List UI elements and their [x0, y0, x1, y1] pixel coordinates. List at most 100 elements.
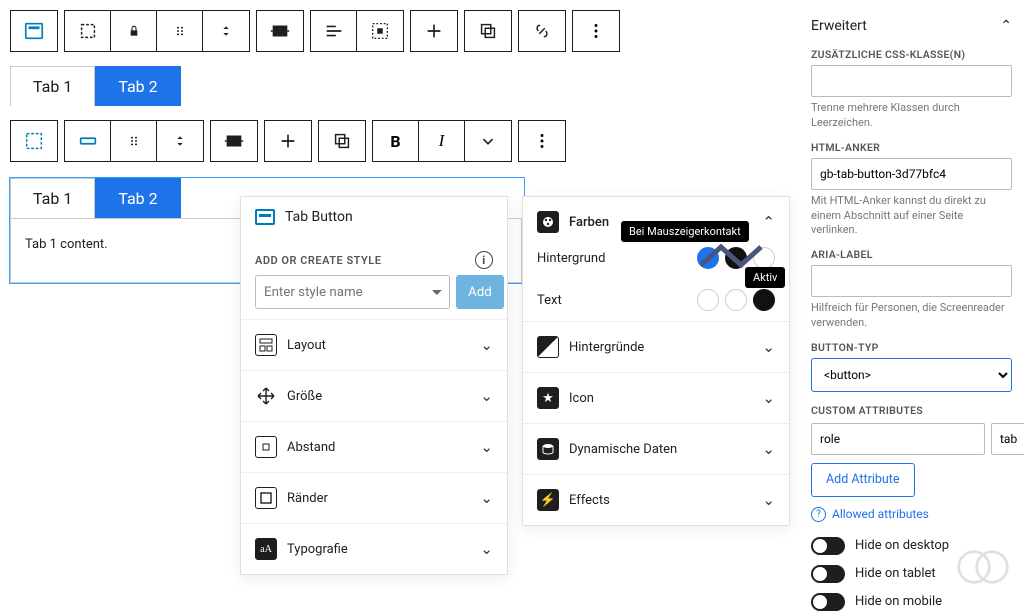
acc-label: Hintergründe [569, 340, 644, 355]
acc-spacing[interactable]: Abstand ⌄ [241, 421, 507, 472]
duplicate-icon[interactable] [465, 11, 511, 51]
toggle-label: Hide on desktop [855, 538, 949, 553]
add-style-label: ADD OR CREATE STYLE i [241, 237, 507, 275]
insert-group [410, 10, 458, 52]
swatch-text-hover[interactable] [725, 289, 747, 311]
css-class-input[interactable] [811, 65, 1012, 97]
button-style-icon[interactable] [65, 121, 111, 161]
move-updown-icon[interactable] [203, 11, 249, 51]
acc-label: Größe [287, 389, 322, 404]
text-more-icon[interactable] [465, 121, 511, 161]
select-group [64, 10, 250, 52]
chevron-down-icon: ⌄ [762, 440, 775, 458]
acc-border[interactable]: Ränder ⌄ [241, 472, 507, 523]
acc-effects[interactable]: ⚡Effects ⌄ [523, 474, 789, 525]
add-attribute-button[interactable]: Add Attribute [811, 463, 915, 497]
tab-1[interactable]: Tab 1 [10, 66, 95, 106]
attr-key-input[interactable] [811, 423, 985, 455]
align-group [310, 10, 404, 52]
acc-label: Abstand [287, 440, 335, 455]
select-group-2 [64, 120, 204, 162]
database-icon [537, 438, 559, 460]
toggle-desktop[interactable] [811, 537, 845, 555]
full-width-group-2 [210, 120, 258, 162]
style-name-input[interactable] [255, 275, 450, 309]
dup-link-group [464, 10, 512, 52]
marquee-icon[interactable] [65, 11, 111, 51]
panel-block-title: Tab Button [241, 197, 507, 237]
info-icon[interactable]: i [475, 251, 493, 269]
toggle-mobile[interactable] [811, 593, 845, 611]
block-type-group [10, 10, 58, 52]
dup-group-2 [318, 120, 366, 162]
drag-handle-icon[interactable] [157, 11, 203, 51]
more-icon-2[interactable] [519, 121, 565, 161]
add-style-button[interactable]: Add [456, 275, 504, 309]
acc-backgrounds[interactable]: Hintergründe ⌄ [523, 321, 789, 372]
color-label-bg: Hintergrund [537, 251, 605, 266]
more-icon[interactable] [573, 11, 619, 51]
button-block-icon[interactable] [11, 121, 57, 161]
acc-typography[interactable]: aATypografie ⌄ [241, 523, 507, 574]
italic-icon[interactable]: I [419, 121, 465, 161]
css-class-help: Trenne mehrere Klassen durch Leerzeichen… [811, 101, 1012, 131]
icon-icon: ★ [537, 387, 559, 409]
tooltip-aktiv: Aktiv [745, 267, 785, 288]
hide-mobile-row[interactable]: Hide on mobile [811, 588, 1012, 616]
aria-label-input[interactable] [811, 265, 1012, 297]
swatch-text-active[interactable] [753, 289, 775, 311]
attr-val-input[interactable] [991, 423, 1024, 455]
allowed-attributes-link[interactable]: ? Allowed attributes [811, 507, 1012, 522]
full-width-icon[interactable] [257, 11, 303, 51]
insert-group-2 [264, 120, 312, 162]
chevron-down-icon: ⌄ [480, 489, 493, 507]
move-updown-icon-2[interactable] [157, 121, 203, 161]
anchor-input[interactable] [811, 158, 1012, 190]
acc-size[interactable]: Größe ⌄ [241, 370, 507, 421]
block-type-group-2 [10, 120, 58, 162]
chevron-down-icon: ⌄ [480, 438, 493, 456]
acc-label: Effects [569, 493, 610, 508]
chevron-down-icon: ⌄ [480, 336, 493, 354]
tab-2-b[interactable]: Tab 2 [95, 178, 180, 218]
acc-dynamic[interactable]: Dynamische Daten ⌄ [523, 423, 789, 474]
acc-label: Typografie [287, 542, 348, 557]
text-format-group: B I [372, 120, 512, 162]
chevron-down-icon: ⌄ [762, 338, 775, 356]
duplicate-icon-2[interactable] [319, 121, 365, 161]
tab-content-text: Tab 1 content. [25, 237, 108, 252]
block-type-button[interactable] [11, 11, 57, 51]
text-swatches: Aktiv [697, 289, 775, 311]
panel-title-text: Tab Button [285, 209, 353, 225]
toggle-tablet[interactable] [811, 565, 845, 583]
more-group [572, 10, 620, 52]
full-width-icon-2[interactable] [211, 121, 257, 161]
button-type-label: BUTTON-TYP [811, 341, 1012, 354]
swatch-text-default[interactable] [697, 289, 719, 311]
tab-2[interactable]: Tab 2 [95, 66, 180, 106]
acc-icon[interactable]: ★Icon ⌄ [523, 372, 789, 423]
acc-label: Ränder [287, 491, 328, 506]
css-class-label: ZUSÄTZLICHE CSS-KLASSE(N) [811, 48, 1012, 61]
acc-label: Icon [569, 391, 594, 406]
align-left-icon[interactable] [311, 11, 357, 51]
button-type-select[interactable]: <button> [811, 358, 1012, 392]
advanced-section-toggle[interactable]: Erweitert ⌃ [811, 12, 1012, 42]
lock-icon[interactable] [111, 11, 157, 51]
acc-layout[interactable]: Layout ⌄ [241, 319, 507, 370]
link-group [518, 10, 566, 52]
backgrounds-icon [537, 336, 559, 358]
more-group-2 [518, 120, 566, 162]
link-icon[interactable] [519, 11, 565, 51]
custom-attr-label: CUSTOM ATTRIBUTES [811, 404, 1012, 417]
bold-icon[interactable]: B [373, 121, 419, 161]
tooltip-hover: Bei Mauszeigerkontakt [621, 221, 749, 242]
plus-icon-2[interactable] [265, 121, 311, 161]
color-row-text[interactable]: Text Aktiv [523, 279, 789, 321]
chevron-up-icon: ⌃ [1000, 18, 1012, 34]
palette-icon [537, 211, 559, 233]
tab-1-b[interactable]: Tab 1 [10, 178, 95, 218]
plus-icon[interactable] [411, 11, 457, 51]
drag-handle-icon-2[interactable] [111, 121, 157, 161]
select-container-icon[interactable] [357, 11, 403, 51]
